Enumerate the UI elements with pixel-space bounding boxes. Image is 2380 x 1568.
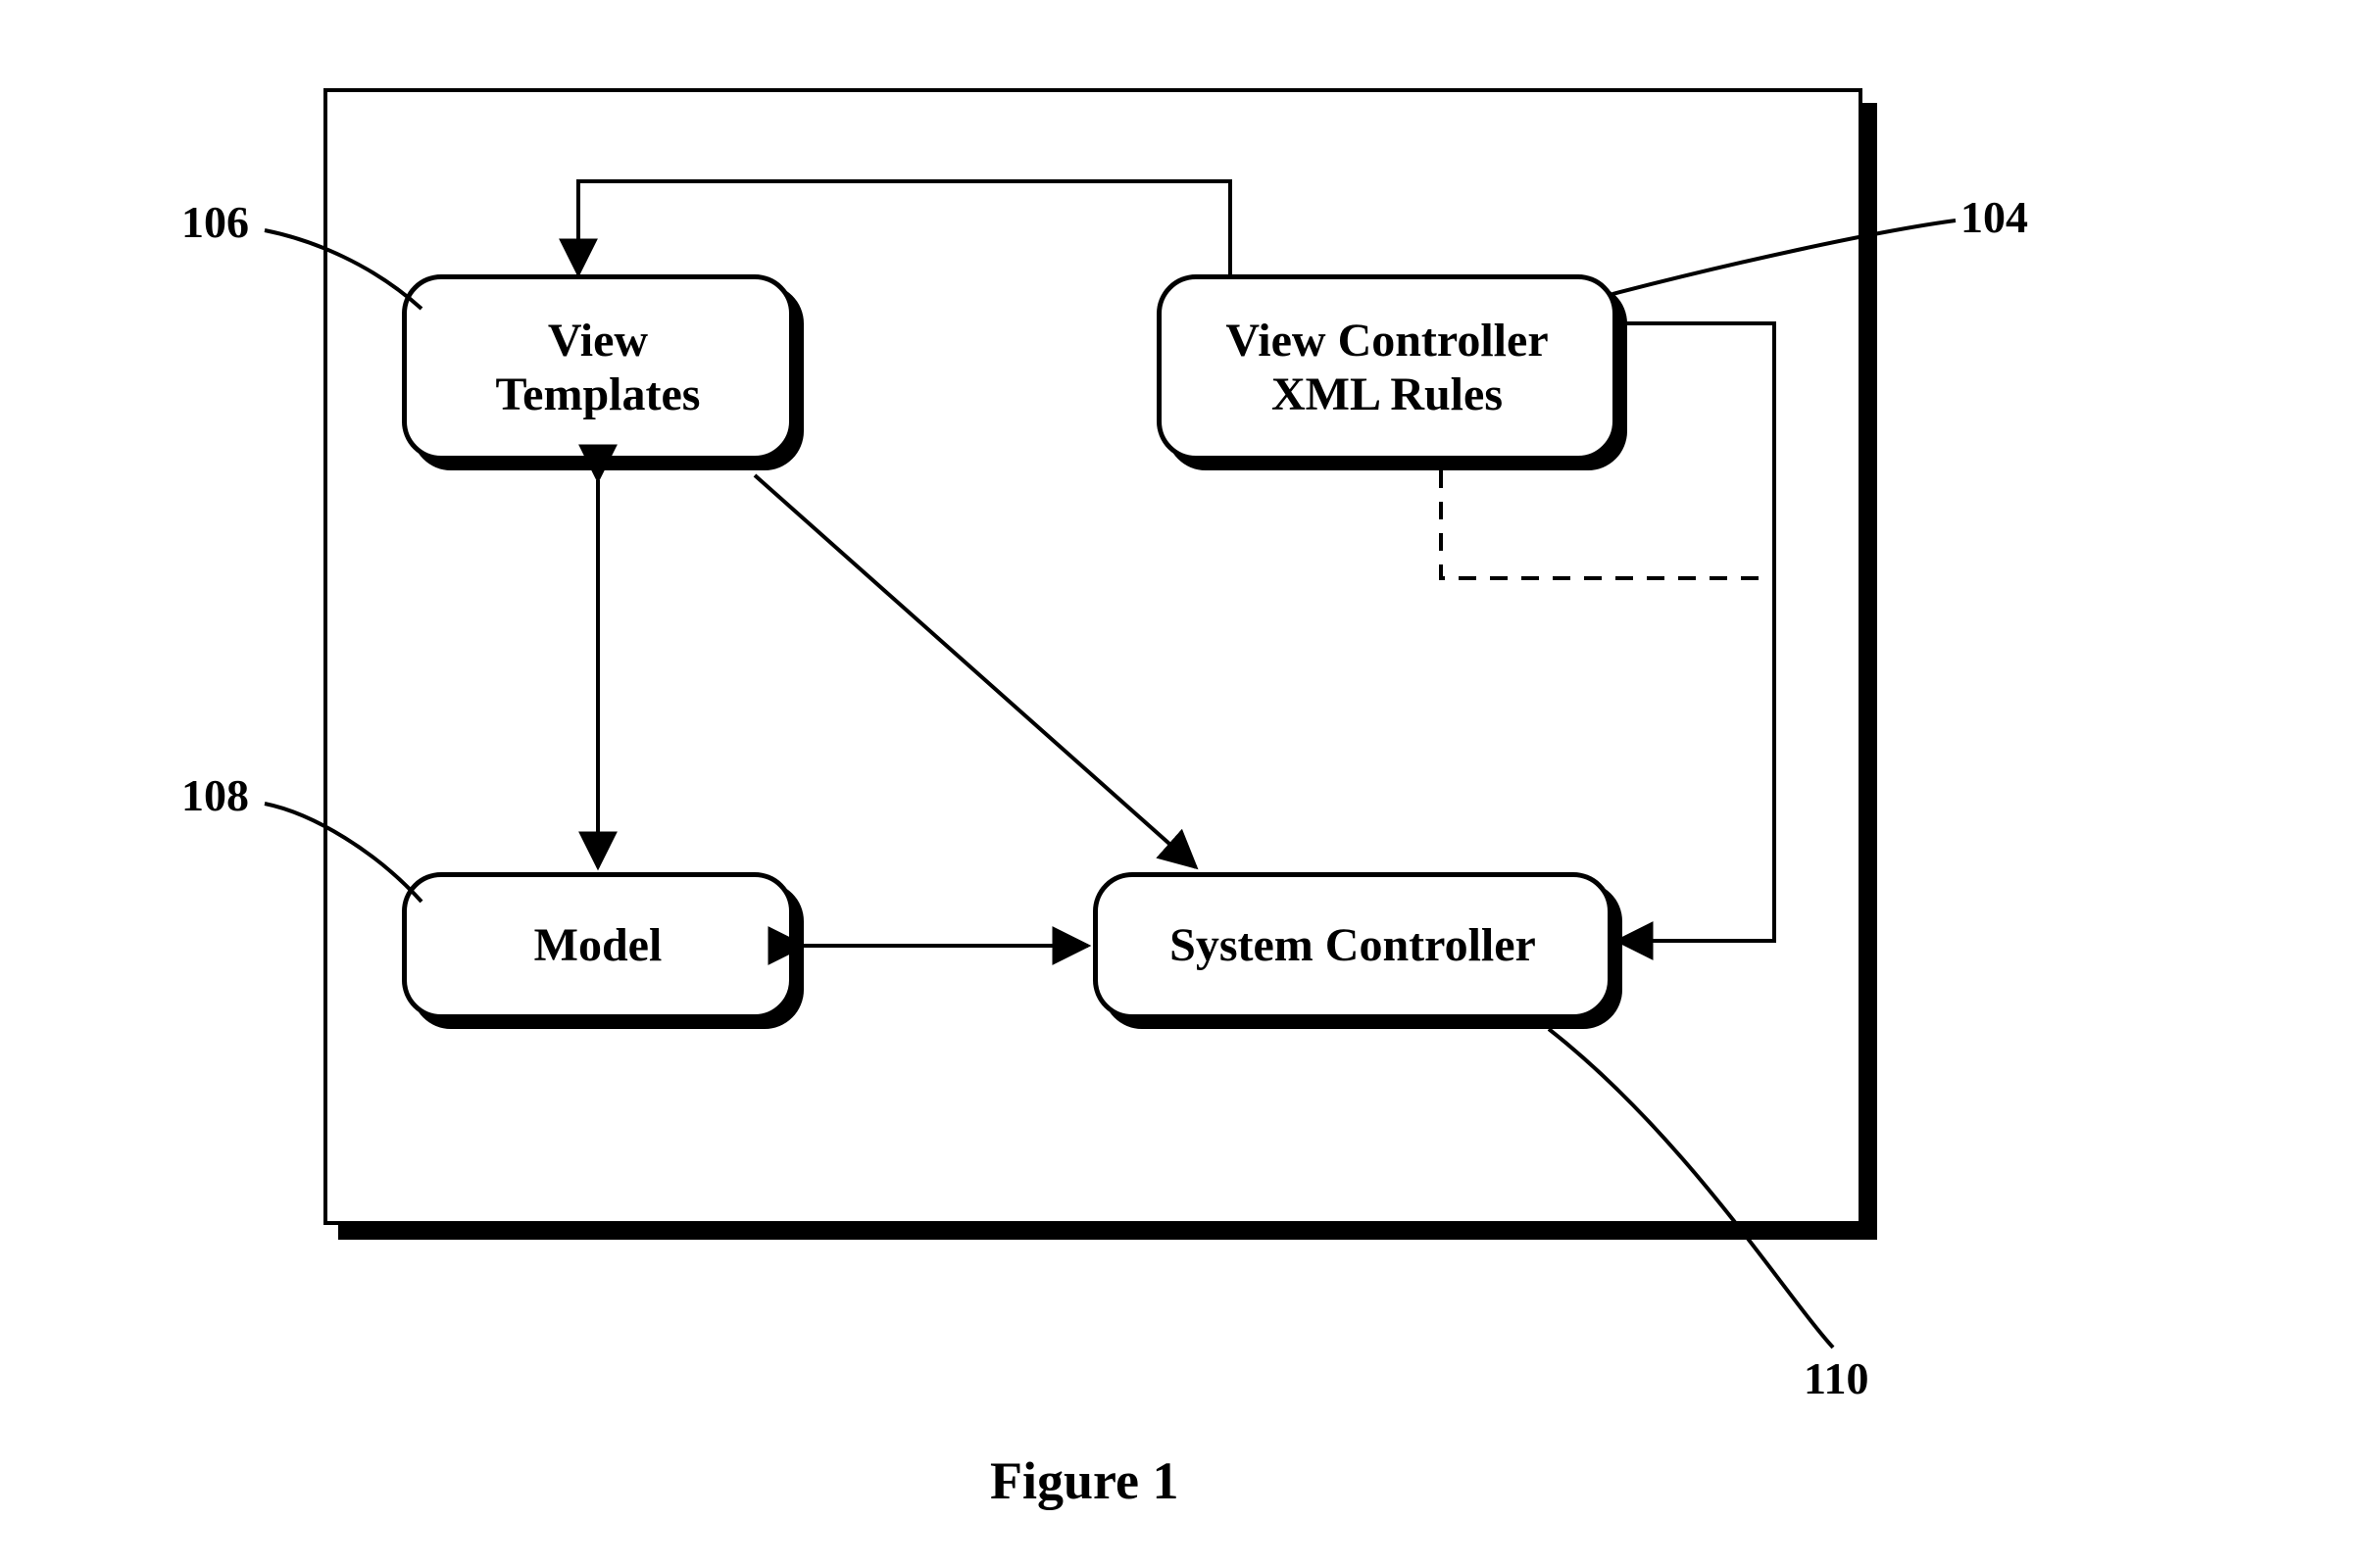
box-main: System Controller	[1093, 872, 1612, 1019]
box-system-controller: System Controller	[1093, 872, 1612, 1019]
ref-106: 106	[181, 196, 249, 248]
box-main: View Controller XML Rules	[1157, 274, 1617, 461]
box-main: Model	[402, 872, 794, 1019]
box-main: View Templates	[402, 274, 794, 461]
box-label: View Templates	[496, 314, 701, 421]
outer-frame	[323, 88, 1862, 1225]
diagram-canvas: View Templates View Controller XML Rules…	[0, 0, 2380, 1568]
box-label: View Controller XML Rules	[1225, 314, 1548, 421]
ref-110: 110	[1804, 1352, 1868, 1404]
box-view-controller: View Controller XML Rules	[1157, 274, 1617, 461]
figure-caption: Figure 1	[990, 1450, 1178, 1511]
box-model: Model	[402, 872, 794, 1019]
box-label: System Controller	[1169, 918, 1536, 972]
ref-108: 108	[181, 769, 249, 821]
box-label: Model	[534, 918, 663, 972]
ref-104: 104	[1960, 191, 2028, 243]
box-view-templates: View Templates	[402, 274, 794, 461]
